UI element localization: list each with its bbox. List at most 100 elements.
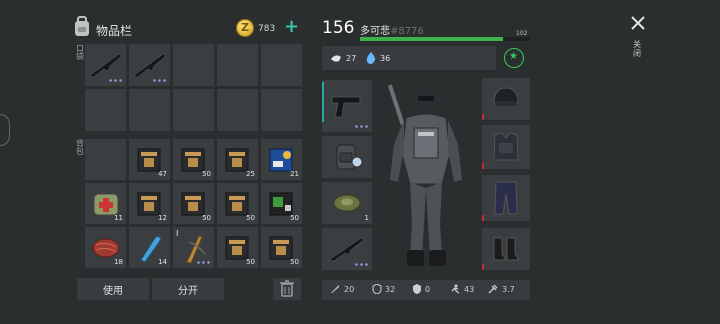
trash-icon: [280, 280, 294, 297]
water-drop-icon: [366, 52, 376, 64]
xp-bar: [360, 37, 530, 41]
backpack-slot[interactable]: 50: [261, 227, 302, 268]
favorite-star-button[interactable]: [504, 48, 524, 68]
item-quantity: 50: [202, 214, 211, 222]
boots-icon: [493, 237, 519, 261]
vest-icon: [493, 132, 519, 161]
slot-backpack[interactable]: [322, 136, 372, 178]
character-figure: [376, 84, 476, 274]
item-quantity: 11: [114, 214, 123, 222]
backpack-slot[interactable]: 11: [85, 183, 126, 224]
pocket-slot[interactable]: [217, 89, 258, 131]
survival-stats: 27 36: [322, 46, 496, 70]
pocket-label: 口袋: [76, 44, 84, 61]
shield-value: 0: [425, 285, 431, 294]
pocket-slot[interactable]: [85, 89, 126, 131]
inventory-title: 物品栏: [96, 24, 133, 38]
backpack-slot[interactable]: 18: [85, 227, 126, 268]
xp-fill: [360, 37, 503, 41]
item-quantity: 47: [158, 170, 167, 178]
plus-icon[interactable]: +: [284, 18, 299, 36]
coin-count: 783: [258, 24, 276, 34]
player-tag: #8776: [390, 26, 424, 37]
speed-value: 43: [464, 285, 475, 294]
backpack-slot[interactable]: 50: [217, 227, 258, 268]
backpack-grid: 47 50 25 21 11 12 50 50 50 18 14 I 50 50: [85, 139, 302, 268]
pocket-slot[interactable]: [261, 89, 302, 131]
slot-indicator: [482, 215, 484, 221]
backpack-slot[interactable]: 14: [129, 227, 170, 268]
durability-dots: [354, 263, 368, 266]
damage-icon: [488, 284, 498, 294]
edge-handle[interactable]: [0, 114, 10, 146]
item-quantity: 25: [246, 170, 255, 178]
defense-icon: [372, 284, 382, 294]
backpack-icon: [75, 16, 89, 36]
helmet-icon: [493, 87, 519, 106]
tactical-backpack-icon: [336, 144, 363, 170]
slot-body-armor[interactable]: [482, 125, 530, 169]
player-name: 多可悲#8776: [360, 26, 424, 37]
pistol-icon: [331, 96, 361, 118]
melee-value: 20: [344, 285, 355, 294]
item-quantity: 12: [158, 214, 167, 222]
pocket-slot[interactable]: [261, 44, 302, 86]
backpack-slot[interactable]: 47: [129, 139, 170, 180]
landmine-icon: [333, 194, 361, 212]
item-quantity: 50: [246, 214, 255, 222]
xp-max: 102: [516, 30, 528, 37]
water-value: 36: [380, 54, 391, 63]
pocket-slot[interactable]: [129, 44, 170, 86]
pocket-slot[interactable]: [129, 89, 170, 131]
defense-value: 32: [385, 285, 396, 294]
slot-weapon-secondary[interactable]: [322, 80, 372, 132]
food-value: 27: [346, 54, 357, 63]
item-quantity: 50: [202, 170, 211, 178]
close-button[interactable]: [628, 12, 648, 36]
slot-boots[interactable]: [482, 228, 530, 270]
backpack-slot[interactable]: 50: [261, 183, 302, 224]
melee-icon: [331, 285, 339, 293]
backpack-slot[interactable]: 25: [217, 139, 258, 180]
slot-weapon-primary[interactable]: [322, 228, 372, 270]
backpack-slot[interactable]: 12: [129, 183, 170, 224]
pants-icon: [494, 181, 518, 215]
close-label: 关闭: [633, 40, 641, 58]
pocket-slot[interactable]: [85, 44, 126, 86]
backpack-slot[interactable]: 50: [173, 183, 214, 224]
shield-icon: [413, 284, 421, 294]
slot-pants[interactable]: [482, 175, 530, 221]
close-icon: [631, 16, 645, 30]
slot-trap[interactable]: 1: [322, 182, 372, 224]
speed-icon: [451, 284, 460, 294]
item-quantity: 18: [114, 258, 123, 266]
durability-dots: [354, 125, 368, 128]
food-icon: [331, 55, 341, 62]
coin-icon: [236, 19, 254, 37]
pocket-slot[interactable]: [173, 89, 214, 131]
damage-value: 3.7: [502, 285, 515, 294]
pocket-slot[interactable]: [217, 44, 258, 86]
backpack-slot[interactable]: [85, 139, 126, 180]
player-level: 156: [322, 18, 355, 38]
item-quantity: 1: [364, 214, 369, 222]
backpack-label: 背包: [76, 139, 84, 156]
backpack-slot[interactable]: 50: [217, 183, 258, 224]
durability-dots: [196, 261, 210, 264]
slot-indicator: [482, 264, 484, 270]
slot-helmet[interactable]: [482, 78, 530, 120]
item-quantity: 50: [290, 214, 299, 222]
durability-dots: [108, 79, 122, 82]
use-button[interactable]: 使用: [77, 278, 149, 300]
trash-button[interactable]: [273, 278, 301, 300]
backpack-slot[interactable]: 21: [261, 139, 302, 180]
pocket-slot[interactable]: [173, 44, 214, 86]
backpack-slot[interactable]: 50: [173, 139, 214, 180]
combat-stats: 20 32 0 43 3.7: [322, 280, 530, 300]
rifle-icon: [328, 237, 365, 262]
item-quantity: 50: [246, 258, 255, 266]
backpack-slot[interactable]: I: [173, 227, 214, 268]
split-button[interactable]: 分开: [152, 278, 224, 300]
item-level: I: [176, 229, 179, 238]
pocket-grid: [85, 44, 302, 131]
